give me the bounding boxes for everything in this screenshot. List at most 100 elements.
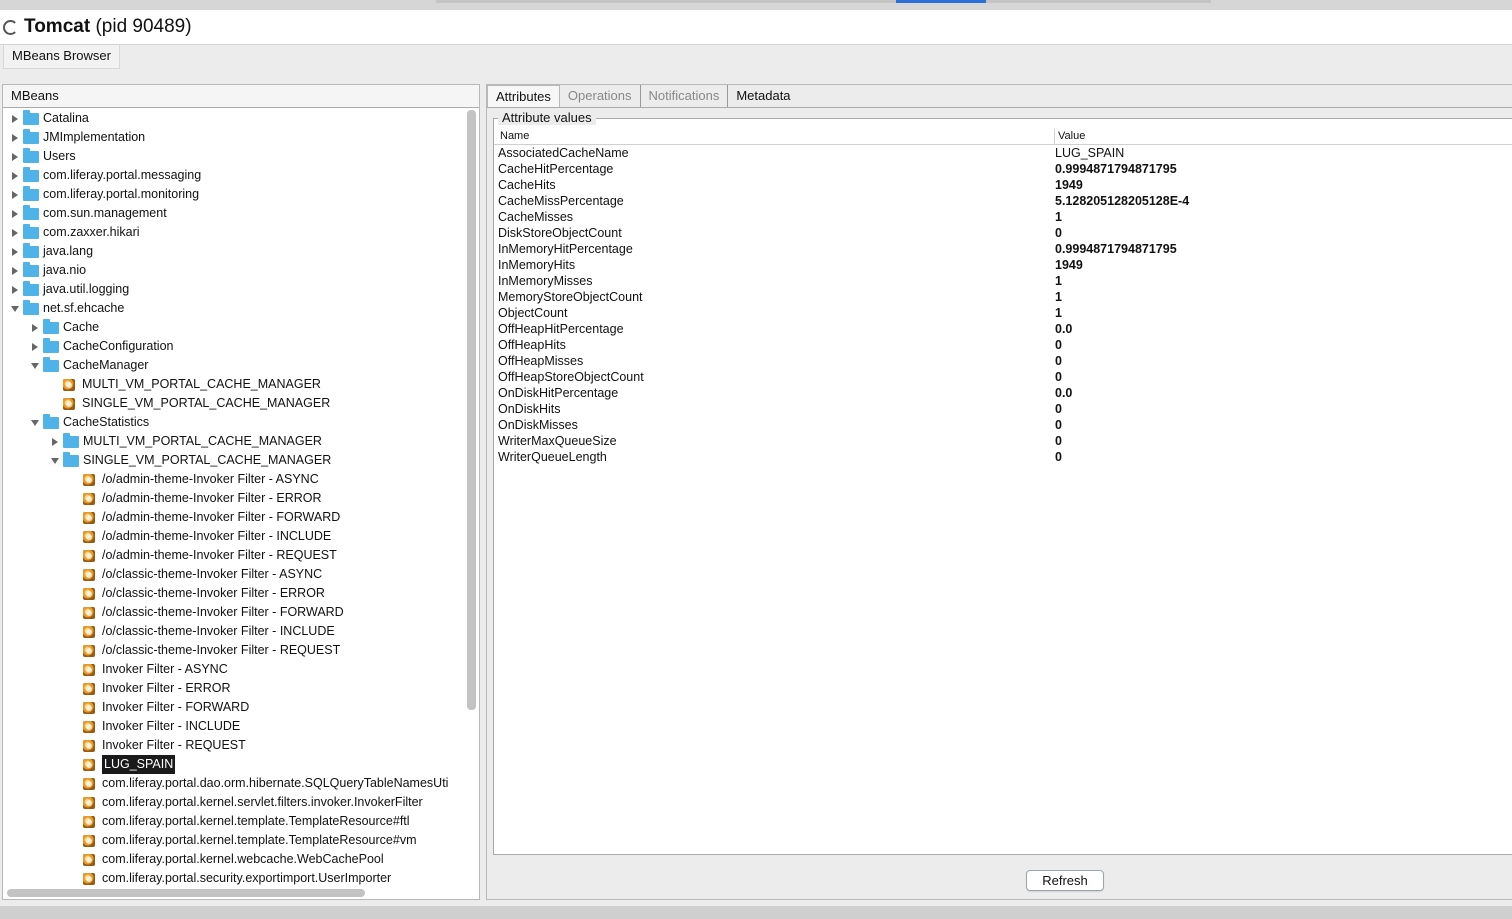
tree-mbean-node[interactable]: /o/classic-theme-Invoker Filter - REQUES… [69, 641, 340, 660]
attribute-row[interactable]: CacheMisses 1 [494, 209, 1512, 225]
tree-horizontal-scrollbar[interactable] [7, 889, 365, 897]
mbean-icon [83, 473, 96, 486]
tree-node-label: Cache [63, 320, 100, 334]
expand-arrow-down-icon[interactable] [49, 451, 61, 470]
tree-folder-node[interactable]: net.sf.ehcache [9, 299, 124, 318]
expand-arrow-right-icon[interactable] [49, 432, 61, 451]
tree-mbean-node[interactable]: /o/admin-theme-Invoker Filter - REQUEST [69, 546, 337, 565]
column-header-name[interactable]: Name [500, 130, 529, 142]
tree-mbean-node[interactable]: Invoker Filter - INCLUDE [69, 717, 240, 736]
attribute-row[interactable]: CacheMissPercentage 5.128205128205128E-4 [494, 193, 1512, 209]
tree-node-label: MULTI_VM_PORTAL_CACHE_MANAGER [83, 434, 322, 448]
expand-arrow-down-icon[interactable] [29, 413, 41, 432]
tree-folder-node[interactable]: java.nio [9, 261, 86, 280]
tree-mbean-node[interactable]: /o/classic-theme-Invoker Filter - INCLUD… [69, 622, 335, 641]
tree-mbean-node[interactable]: /o/classic-theme-Invoker Filter - FORWAR… [69, 603, 344, 622]
expand-arrow-right-icon[interactable] [9, 261, 21, 280]
attribute-row[interactable]: OffHeapMisses 0 [494, 353, 1512, 369]
tree-mbean-node[interactable]: com.liferay.portal.security.exportimport… [69, 869, 391, 886]
tab-attributes[interactable]: Attributes [487, 85, 560, 108]
folder-icon [43, 356, 59, 372]
tree-mbean-node[interactable]: /o/classic-theme-Invoker Filter - ERROR [69, 584, 325, 603]
attribute-row[interactable]: OffHeapHits 0 [494, 337, 1512, 353]
tree-mbean-node[interactable]: SINGLE_VM_PORTAL_CACHE_MANAGER [49, 394, 330, 413]
attribute-row[interactable]: WriterMaxQueueSize 0 [494, 433, 1512, 449]
tree-folder-node[interactable]: CacheManager [29, 356, 148, 375]
refresh-button[interactable]: Refresh [1026, 870, 1104, 891]
expand-arrow-right-icon[interactable] [9, 128, 21, 147]
tree-mbean-node[interactable]: /o/admin-theme-Invoker Filter - INCLUDE [69, 527, 331, 546]
tree-node-label: com.liferay.portal.monitoring [43, 187, 200, 201]
tree-folder-node[interactable]: java.util.logging [9, 280, 129, 299]
tree-mbean-node[interactable]: /o/admin-theme-Invoker Filter - ASYNC [69, 470, 319, 489]
expand-arrow-right-icon[interactable] [9, 204, 21, 223]
attribute-row[interactable]: WriterQueueLength 0 [494, 449, 1512, 465]
expand-arrow-right-icon[interactable] [9, 109, 21, 128]
attribute-row[interactable]: ObjectCount 1 [494, 305, 1512, 321]
tree-node-label: /o/classic-theme-Invoker Filter - ASYNC [102, 567, 323, 581]
expand-arrow-right-icon[interactable] [9, 223, 21, 242]
tree-folder-node[interactable]: JMImplementation [9, 128, 145, 147]
attribute-row[interactable]: AssociatedCacheName LUG_SPAIN [494, 145, 1512, 161]
column-header-value[interactable]: Value [1058, 130, 1085, 142]
tree-mbean-node[interactable]: Invoker Filter - FORWARD [69, 698, 249, 717]
column-divider[interactable] [1054, 129, 1055, 145]
tree-mbean-node[interactable]: /o/admin-theme-Invoker Filter - FORWARD [69, 508, 340, 527]
attribute-value: 1949 [1055, 258, 1083, 272]
attribute-row[interactable]: CacheHits 1949 [494, 177, 1512, 193]
expand-arrow-down-icon[interactable] [29, 356, 41, 375]
tree-folder-node[interactable]: CacheConfiguration [29, 337, 174, 356]
tree-folder-node[interactable]: com.liferay.portal.monitoring [9, 185, 199, 204]
tree-mbean-node[interactable]: Invoker Filter - ASYNC [69, 660, 228, 679]
attribute-row[interactable]: OffHeapHitPercentage 0.0 [494, 321, 1512, 337]
tree-vertical-scrollbar[interactable] [467, 110, 476, 710]
tree-mbean-node[interactable]: /o/classic-theme-Invoker Filter - ASYNC [69, 565, 322, 584]
attribute-row[interactable]: OnDiskHits 0 [494, 401, 1512, 417]
tree-folder-node[interactable]: CacheStatistics [29, 413, 149, 432]
tab-mbeans-browser[interactable]: MBeans Browser [3, 45, 120, 69]
tree-mbean-node[interactable]: Invoker Filter - ERROR [69, 679, 231, 698]
tab-operations[interactable]: Operations [560, 85, 641, 108]
tree-folder-node[interactable]: MULTI_VM_PORTAL_CACHE_MANAGER [49, 432, 322, 451]
attribute-row[interactable]: InMemoryHits 1949 [494, 257, 1512, 273]
tree-mbean-node[interactable]: com.liferay.portal.kernel.template.Templ… [69, 831, 416, 850]
tree-mbean-node[interactable]: com.liferay.portal.kernel.servlet.filter… [69, 793, 423, 812]
attribute-row[interactable]: OnDiskMisses 0 [494, 417, 1512, 433]
tree-mbean-node[interactable]: /o/admin-theme-Invoker Filter - ERROR [69, 489, 322, 508]
expand-arrow-right-icon[interactable] [9, 166, 21, 185]
tree-mbean-node[interactable]: com.liferay.portal.kernel.template.Templ… [69, 812, 410, 831]
attribute-row[interactable]: OffHeapStoreObjectCount 0 [494, 369, 1512, 385]
tree-mbean-node[interactable]: com.liferay.portal.kernel.webcache.WebCa… [69, 850, 384, 869]
attribute-value: 1 [1055, 290, 1062, 304]
tree-mbean-node[interactable]: com.liferay.portal.dao.orm.hibernate.SQL… [69, 774, 448, 793]
expand-arrow-right-icon[interactable] [9, 280, 21, 299]
tab-notifications[interactable]: Notifications [641, 85, 729, 108]
tree-mbean-node[interactable]: Invoker Filter - REQUEST [69, 736, 246, 755]
tree-folder-node[interactable]: Catalina [9, 109, 89, 128]
expand-arrow-down-icon[interactable] [9, 299, 21, 318]
tree-folder-node[interactable]: Cache [29, 318, 99, 337]
mbean-icon [83, 644, 96, 657]
expand-arrow-right-icon[interactable] [29, 318, 41, 337]
attribute-row[interactable]: InMemoryMisses 1 [494, 273, 1512, 289]
folder-icon [23, 128, 39, 144]
tree-folder-node[interactable]: com.sun.management [9, 204, 167, 223]
tree-folder-node[interactable]: Users [9, 147, 76, 166]
attribute-value: 1 [1055, 210, 1062, 224]
tree-mbean-node[interactable]: LUG_SPAIN [69, 755, 176, 774]
expand-arrow-right-icon[interactable] [29, 337, 41, 356]
expand-arrow-right-icon[interactable] [9, 147, 21, 166]
attribute-row[interactable]: InMemoryHitPercentage 0.9994871794871795 [494, 241, 1512, 257]
tree-folder-node[interactable]: com.liferay.portal.messaging [9, 166, 201, 185]
expand-arrow-right-icon[interactable] [9, 242, 21, 261]
tree-folder-node[interactable]: java.lang [9, 242, 93, 261]
tree-folder-node[interactable]: SINGLE_VM_PORTAL_CACHE_MANAGER [49, 451, 331, 470]
attribute-row[interactable]: CacheHitPercentage 0.9994871794871795 [494, 161, 1512, 177]
attribute-row[interactable]: OnDiskHitPercentage 0.0 [494, 385, 1512, 401]
tree-folder-node[interactable]: com.zaxxer.hikari [9, 223, 140, 242]
attribute-row[interactable]: MemoryStoreObjectCount 1 [494, 289, 1512, 305]
attribute-row[interactable]: DiskStoreObjectCount 0 [494, 225, 1512, 241]
tree-mbean-node[interactable]: MULTI_VM_PORTAL_CACHE_MANAGER [49, 375, 321, 394]
expand-arrow-right-icon[interactable] [9, 185, 21, 204]
tab-metadata[interactable]: Metadata [728, 85, 798, 108]
